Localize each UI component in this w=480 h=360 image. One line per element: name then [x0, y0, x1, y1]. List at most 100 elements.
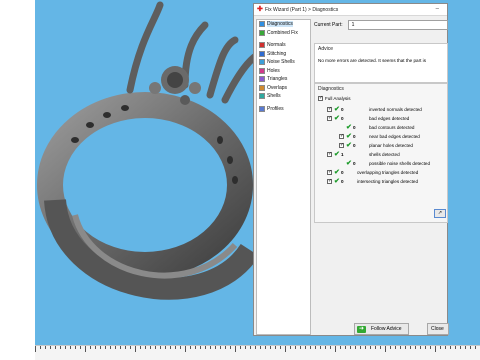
current-part-field[interactable]: 1: [347, 20, 448, 30]
triangles-icon: [259, 76, 265, 83]
sidebar-item-shells[interactable]: Shells: [257, 92, 310, 101]
checkbox-icon: [339, 133, 344, 139]
ruler-tick: [210, 346, 211, 349]
diagnostic-row: ✔ 0 possible noise shells detected: [346, 160, 430, 167]
close-button[interactable]: Close: [427, 323, 449, 335]
diagnostic-row[interactable]: ✔ 1 shells detected: [327, 151, 400, 158]
diagnostic-row[interactable]: ✔ 0 overlapping triangles detected: [327, 169, 418, 176]
diagnostic-row[interactable]: ✔ 0 planar holes detected: [339, 142, 413, 149]
ruler-tick: [365, 346, 366, 349]
wizard-sidebar: Diagnostics Combined Fix Normals Stitchi…: [256, 19, 311, 335]
ruler-tick: [250, 346, 251, 349]
overlaps-icon: [259, 84, 265, 91]
fix-wizard-dialog: ✚ Fix Wizard (Part 1) > Diagnostics – Di…: [253, 3, 449, 336]
ruler-tick: [165, 346, 166, 349]
diagnostic-row[interactable]: ✔ 0 intersecting triangles detected: [327, 178, 418, 185]
red-cross-icon: ✚: [257, 5, 263, 13]
sidebar-item-combined-fix[interactable]: Combined Fix: [257, 29, 310, 38]
diagnostic-row: ✔ 0 bad contours detected: [346, 124, 414, 131]
diagnostic-label: shells detected: [369, 152, 400, 157]
sidebar-item-holes[interactable]: Holes: [257, 67, 310, 76]
ruler-tick: [415, 346, 416, 349]
sidebar-item-diagnostics[interactable]: Diagnostics: [257, 20, 310, 29]
diagnostic-row[interactable]: ✔ 0 inverted normals detected: [327, 106, 422, 113]
check-icon: ✔: [334, 177, 340, 185]
checkbox-icon: [327, 178, 332, 184]
ruler-tick: [260, 346, 261, 349]
diagnostic-count: 0: [341, 179, 344, 184]
ruler-tick: [115, 346, 116, 349]
normals-icon: [259, 42, 265, 49]
checkbox-icon: [327, 106, 332, 112]
ruler-tick: [150, 346, 151, 349]
ruler-tick: [285, 346, 286, 352]
check-icon: ✔: [346, 141, 352, 149]
diagnostics-icon: [259, 21, 265, 28]
ruler-tick: [180, 346, 181, 349]
ruler-tick: [430, 346, 431, 349]
stitching-icon: [259, 50, 265, 57]
sidebar-item-label: Normals: [267, 42, 286, 49]
diagnostic-row[interactable]: ✔ 0 bad edges detected: [327, 115, 409, 122]
ruler-tick: [110, 346, 111, 349]
diagnostic-count: 0: [353, 143, 356, 148]
ruler-tick: [190, 346, 191, 349]
sidebar-item-label: Shells: [267, 93, 281, 100]
sidebar-item-label: Stitching: [267, 50, 287, 57]
ruler-tick: [310, 346, 311, 349]
full-analysis-checkbox[interactable]: Full Analysis: [318, 95, 351, 102]
ruler-tick: [360, 346, 361, 349]
ruler-tick: [120, 346, 121, 349]
ruler-tick: [405, 346, 406, 349]
diagnostic-label: near bad edges detected: [369, 134, 420, 139]
sidebar-item-stitching[interactable]: Stitching: [257, 50, 310, 59]
ruler-tick: [235, 346, 236, 352]
advice-message: No more errors are detected. It seems th…: [318, 58, 427, 63]
sidebar-item-label: Profiles: [267, 105, 284, 112]
diagnostic-label: bad contours detected: [369, 125, 415, 130]
ruler-tick: [305, 346, 306, 349]
full-analysis-label: Full Analysis: [325, 96, 351, 101]
checkbox-icon: [318, 95, 323, 101]
diagnostics-update-button[interactable]: ↗: [434, 209, 446, 218]
checkbox-icon: [327, 169, 332, 175]
ruler-tick: [80, 346, 81, 349]
ruler-tick: [465, 346, 466, 349]
ruler-tick: [195, 346, 196, 349]
ruler-tick: [455, 346, 456, 349]
ruler-tick: [315, 346, 316, 349]
ruler-tick: [445, 346, 446, 349]
sidebar-item-overlaps[interactable]: Overlaps: [257, 84, 310, 93]
ruler-tick: [340, 346, 341, 349]
follow-advice-button[interactable]: ➜ Follow Advice: [354, 323, 409, 335]
diagnostic-count: 0: [353, 134, 356, 139]
diagnostic-count: 0: [353, 161, 356, 166]
dialog-button-bar: ➜ Follow Advice Close: [354, 323, 449, 335]
ruler-tick: [370, 346, 371, 349]
noise-shells-icon: [259, 59, 265, 66]
advice-group: Advice No more errors are detected. It s…: [314, 43, 448, 83]
ruler-tick: [270, 346, 271, 349]
ruler-tick: [95, 346, 96, 349]
ruler-tick: [145, 346, 146, 349]
ruler-tick: [45, 346, 46, 349]
ruler-tick: [280, 346, 281, 349]
sidebar-item-label: Noise Shells: [267, 59, 295, 66]
sidebar-item-label: Overlaps: [267, 84, 288, 91]
sidebar-item-normals[interactable]: Normals: [257, 41, 310, 50]
check-icon: ✔: [334, 150, 340, 158]
check-icon: ✔: [346, 159, 352, 167]
ruler-tick: [290, 346, 291, 349]
ruler-tick: [460, 346, 461, 349]
diagnostic-row[interactable]: ✔ 0 near bad edges detected: [339, 133, 420, 140]
ruler-tick: [295, 346, 296, 349]
ruler-tick: [55, 346, 56, 349]
sidebar-item-profiles[interactable]: Profiles: [257, 105, 310, 114]
ruler-tick: [135, 346, 136, 352]
sidebar-item-noise-shells[interactable]: Noise Shells: [257, 58, 310, 67]
minimize-button[interactable]: –: [436, 6, 439, 12]
checkbox-icon: [327, 115, 332, 121]
bottom-ruler: [35, 345, 480, 360]
sidebar-item-triangles[interactable]: Triangles: [257, 75, 310, 84]
ruler-tick: [60, 346, 61, 349]
